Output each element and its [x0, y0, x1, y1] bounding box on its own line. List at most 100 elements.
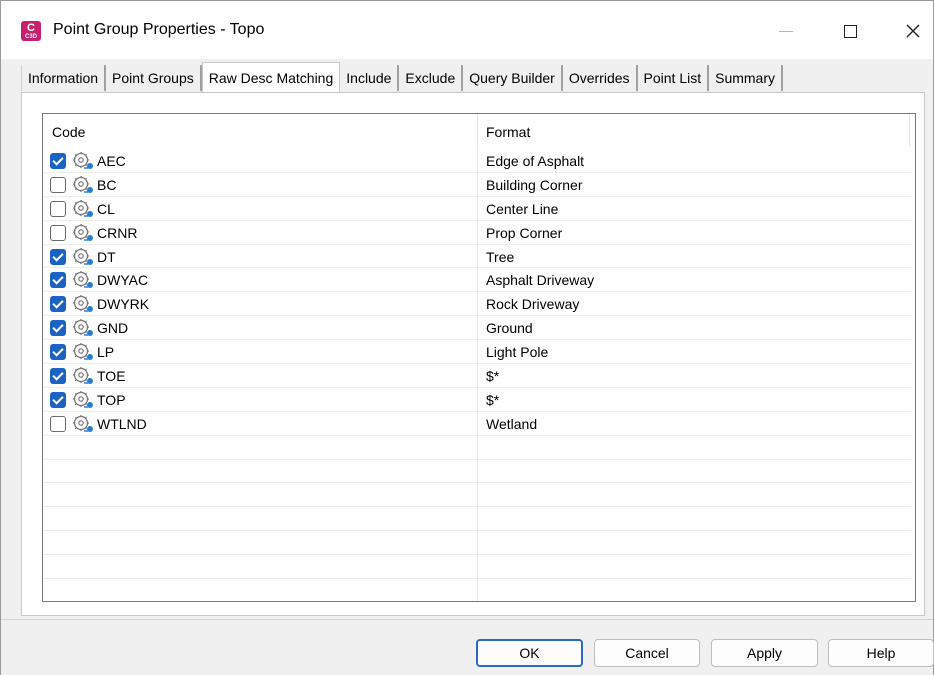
tab-summary[interactable]: Summary [709, 65, 784, 91]
row-checkbox[interactable] [50, 200, 66, 217]
description-key-icon [71, 366, 95, 386]
tab-query-builder[interactable]: Query Builder [463, 65, 563, 91]
row-code: TOE [97, 368, 126, 385]
empty-row [43, 436, 911, 460]
row-checkbox[interactable] [50, 153, 66, 169]
maximize-button[interactable] [830, 15, 870, 45]
description-key-icon [71, 318, 95, 338]
ok-button[interactable]: OK [476, 639, 583, 667]
cancel-button[interactable]: Cancel [594, 639, 700, 667]
tab-exclude[interactable]: Exclude [399, 65, 464, 91]
row-checkbox[interactable] [50, 320, 66, 337]
row-format: Prop Corner [486, 224, 563, 241]
row-checkbox[interactable] [50, 248, 66, 265]
row-code: CL [97, 200, 115, 217]
empty-row [43, 507, 911, 532]
empty-row [43, 460, 911, 484]
app-icon-letter: C [27, 22, 35, 34]
row-format: Center Line [486, 200, 559, 217]
row-code: DWYRK [97, 296, 150, 313]
row-format: Edge of Asphalt [486, 153, 585, 169]
app-icon-sublabel: C3D [24, 34, 37, 40]
list-item[interactable]: GND Ground [43, 316, 911, 341]
empty-row [43, 531, 911, 556]
tab-panel-raw-desc-matching: Code Format AEC Edge of Asphalt BC Building… [21, 92, 925, 616]
minimize-icon: — [779, 22, 793, 38]
civil3d-app-icon: C C3D [21, 21, 41, 41]
dialog-window: C C3D Point Group Properties - Topo — In… [0, 0, 934, 675]
tab-raw-desc-matching[interactable]: Raw Desc Matching [201, 62, 341, 92]
minimize-button[interactable]: — [766, 15, 806, 45]
list-item[interactable]: DWYRK Rock Driveway [43, 292, 911, 317]
row-code: DWYAC [97, 272, 149, 289]
row-checkbox[interactable] [50, 344, 66, 361]
description-key-icon [71, 175, 95, 195]
tab-include[interactable]: Include [340, 65, 400, 91]
row-code: GND [97, 320, 129, 337]
description-key-icon [71, 247, 95, 267]
row-checkbox[interactable] [50, 296, 66, 313]
description-key-icon [71, 223, 95, 243]
tab-strip: Information Point Groups Raw Desc Matching… [21, 62, 784, 92]
maximize-icon [843, 24, 857, 38]
tab-point-list[interactable]: Point List [637, 65, 710, 91]
window-title: Point Group Properties - Topo [53, 21, 265, 38]
empty-row [43, 555, 911, 580]
row-format: $* [486, 368, 500, 385]
list-item[interactable]: DWYAC Asphalt Driveway [43, 268, 911, 293]
button-bar: OK Cancel Apply Help [1, 619, 934, 675]
row-checkbox[interactable] [50, 272, 66, 289]
row-checkbox[interactable] [50, 368, 66, 385]
row-checkbox[interactable] [50, 176, 66, 193]
list-item[interactable]: TOE $* [43, 364, 911, 388]
row-code: AEC [97, 153, 126, 169]
row-checkbox[interactable] [50, 391, 66, 408]
row-code: LP [97, 344, 115, 361]
row-checkbox[interactable] [50, 224, 66, 241]
row-format: Building Corner [486, 176, 583, 193]
list-item[interactable]: CL Center Line [43, 197, 911, 221]
title-bar[interactable]: C C3D Point Group Properties - Topo — [1, 1, 933, 59]
list-item[interactable]: DT Tree [43, 245, 911, 269]
list-item[interactable]: AEC Edge of Asphalt [43, 149, 911, 173]
row-code: DT [97, 248, 116, 265]
row-checkbox[interactable] [50, 415, 66, 432]
description-key-icon [71, 270, 95, 290]
list-item[interactable]: BC Building Corner [43, 173, 911, 197]
empty-row [43, 579, 911, 601]
row-format: $* [486, 391, 500, 408]
row-format: Ground [486, 320, 533, 337]
description-key-icon [71, 151, 95, 171]
column-header-format[interactable]: Format [477, 114, 909, 146]
row-format: Wetland [486, 415, 538, 432]
row-format: Rock Driveway [486, 296, 580, 313]
empty-row [43, 483, 911, 508]
help-button[interactable]: Help [828, 639, 934, 667]
column-header-code[interactable]: Code [43, 114, 477, 146]
list-header: Code Format [43, 114, 915, 146]
list-item[interactable]: TOP $* [43, 388, 911, 412]
description-key-icon [71, 199, 95, 219]
header-separator[interactable] [909, 114, 910, 146]
description-key-icon [71, 414, 95, 434]
apply-button[interactable]: Apply [711, 639, 818, 667]
description-key-icon [71, 342, 95, 362]
raw-desc-list[interactable]: Code Format AEC Edge of Asphalt BC Building… [42, 113, 916, 602]
row-format: Tree [486, 248, 515, 265]
row-code: CRNR [97, 224, 138, 241]
tab-information[interactable]: Information [21, 65, 107, 91]
description-key-icon [71, 390, 95, 410]
row-code: TOP [97, 391, 126, 408]
list-item[interactable]: LP Light Pole [43, 340, 911, 365]
list-item[interactable]: WTLND Wetland [43, 412, 911, 436]
list-item[interactable]: CRNR Prop Corner [43, 221, 911, 245]
description-key-icon [71, 294, 95, 314]
tab-overrides[interactable]: Overrides [562, 65, 638, 91]
list-rows: AEC Edge of Asphalt BC Building Corner CL Cen… [43, 149, 911, 601]
close-button[interactable] [893, 15, 933, 45]
close-icon [906, 24, 920, 38]
row-code: BC [97, 176, 117, 193]
row-format: Light Pole [486, 344, 549, 361]
tab-point-groups[interactable]: Point Groups [106, 65, 202, 91]
row-format: Asphalt Driveway [486, 272, 595, 289]
